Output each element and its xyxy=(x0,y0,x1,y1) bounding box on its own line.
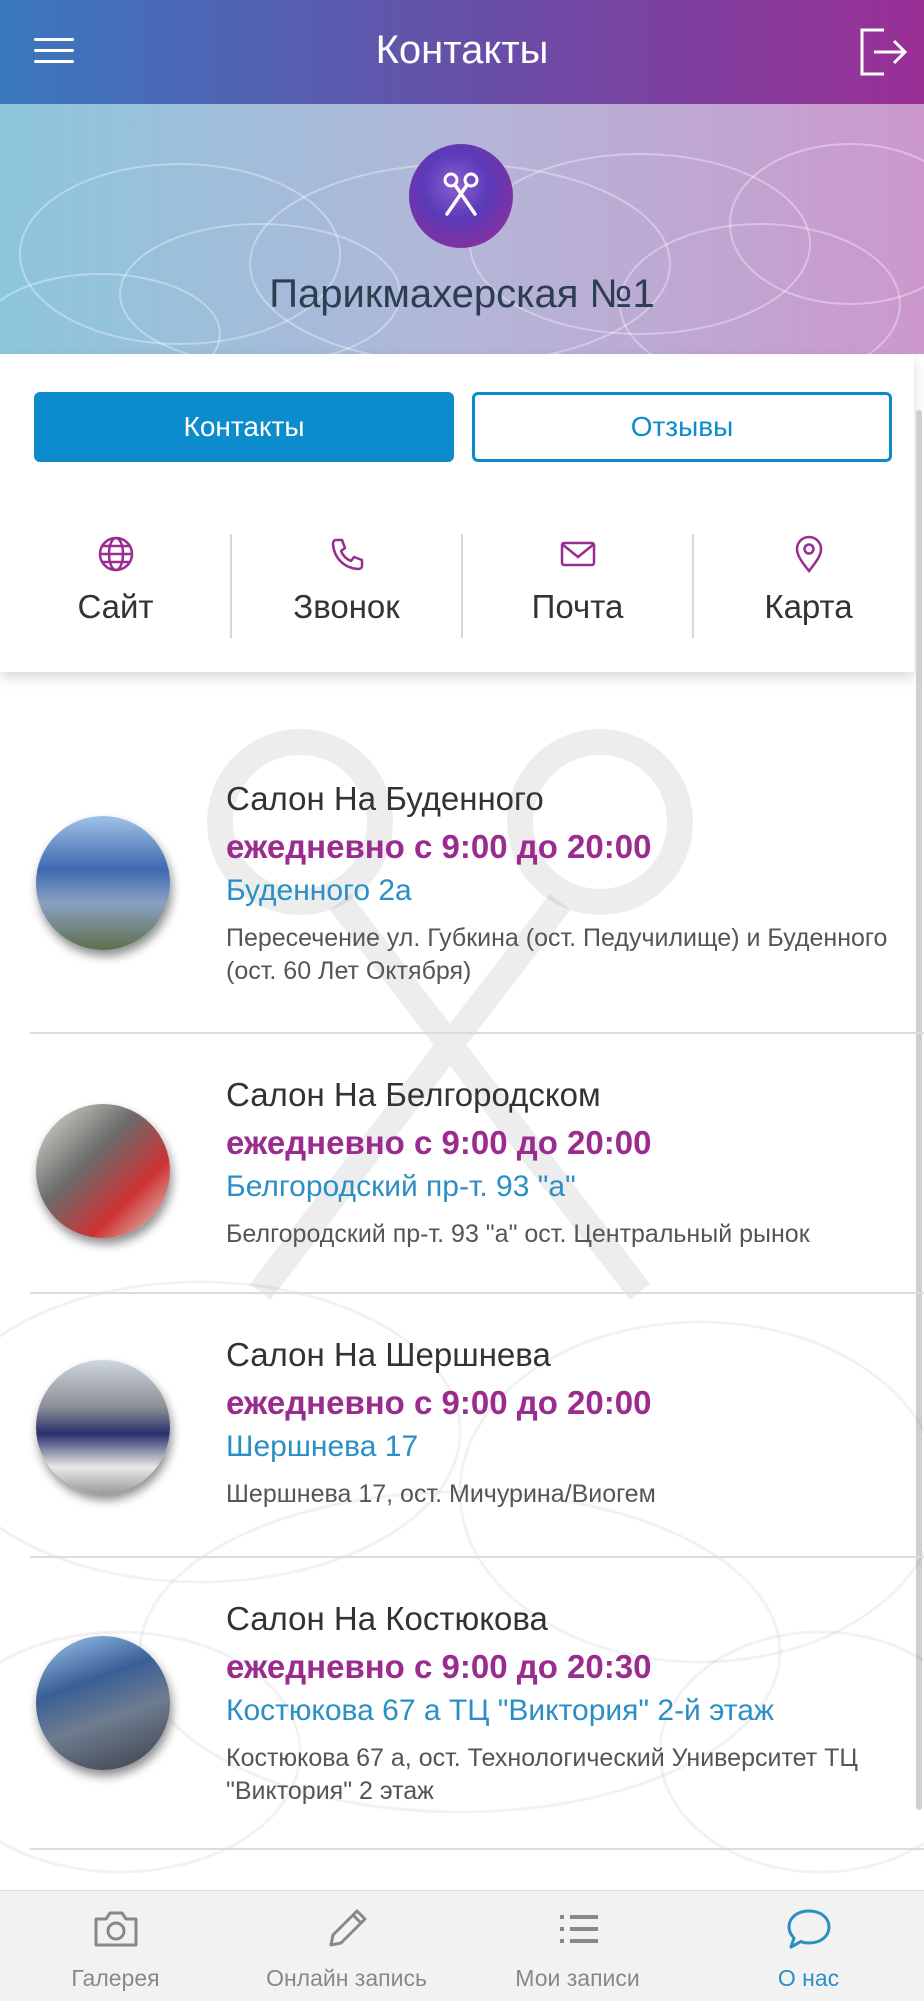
chat-bubble-icon xyxy=(787,1909,830,1949)
call-label: Звонок xyxy=(293,588,400,625)
website-label: Сайт xyxy=(77,588,154,625)
salon-hours: ежедневно с 9:00 до 20:00 xyxy=(226,1124,652,1161)
call-action[interactable]: Звонок xyxy=(231,534,462,644)
salon-address[interactable]: Шершнева 17 xyxy=(226,1430,900,1464)
nav-about-label: О нас xyxy=(777,1965,840,1991)
nav-gallery[interactable]: Галерея xyxy=(0,1891,231,2001)
salon-hours: ежедневно с 9:00 до 20:30 xyxy=(226,1648,652,1685)
salon-photo xyxy=(36,1636,170,1770)
salon-description: Пересечение ул. Губкина (ост. Педучилище… xyxy=(226,924,888,985)
nav-online-booking[interactable]: Онлайн запись xyxy=(231,1891,462,2001)
mail-action[interactable]: Почта xyxy=(462,534,693,644)
contact-options-card: Контакты Отзывы Сайт Звонок Почта Карта xyxy=(0,354,914,672)
list-item[interactable]: Салон На Шершнева ежедневно с 9:00 до 20… xyxy=(0,1336,924,1508)
salon-title: Салон На Буденного xyxy=(226,780,544,817)
mail-icon xyxy=(560,541,595,567)
tab-reviews[interactable]: Отзывы xyxy=(472,392,892,462)
salon-description: Белгородский пр-т. 93 "а" ост. Центральн… xyxy=(226,1220,810,1248)
page-title: Контакты xyxy=(375,28,549,72)
salon-address[interactable]: Костюкова 67 а ТЦ "Виктория" 2-й этаж xyxy=(226,1694,900,1728)
salon-address[interactable]: Белгородский пр-т. 93 "а" xyxy=(226,1170,900,1204)
nav-gallery-label: Галерея xyxy=(71,1965,160,1991)
salon-description: Шершнева 17, ост. Мичурина/Виогем xyxy=(226,1480,656,1508)
salon-photo xyxy=(36,1104,170,1238)
list-divider xyxy=(30,1292,924,1294)
list-item[interactable]: Салон На Белгородском ежедневно с 9:00 д… xyxy=(0,1076,924,1248)
nav-online-booking-label: Онлайн запись xyxy=(266,1965,427,1991)
salon-photo xyxy=(36,816,170,950)
scissors-icon xyxy=(443,172,479,216)
salon-title: Салон На Белгородском xyxy=(226,1076,601,1113)
pencil-icon xyxy=(329,1909,366,1947)
salon-hours: ежедневно с 9:00 до 20:00 xyxy=(226,1384,652,1421)
globe-icon xyxy=(98,536,133,572)
salon-description: Костюкова 67 а, ост. Технологический Уни… xyxy=(226,1744,858,1805)
salon-title: Салон На Шершнева xyxy=(226,1336,551,1373)
list-item[interactable]: Салон На Костюкова ежедневно с 9:00 до 2… xyxy=(0,1600,924,1805)
map-pin-icon xyxy=(795,535,822,574)
list-item[interactable]: Салон На Буденного ежедневно с 9:00 до 2… xyxy=(0,780,924,985)
list-divider xyxy=(30,1556,924,1558)
camera-icon xyxy=(94,1911,137,1947)
list-icon xyxy=(559,1915,598,1943)
website-action[interactable]: Сайт xyxy=(0,534,231,644)
nav-my-bookings[interactable]: Мои записи xyxy=(462,1891,693,2001)
nav-my-bookings-label: Мои записи xyxy=(515,1965,640,1991)
salon-logo xyxy=(409,144,513,248)
app-header: Контакты xyxy=(0,0,924,104)
list-divider xyxy=(30,1848,924,1850)
logout-icon[interactable] xyxy=(854,24,910,80)
salon-name: Парикмахерская №1 xyxy=(269,272,655,316)
salon-address[interactable]: Буденного 2а xyxy=(226,874,900,908)
bottom-navigation: Галерея Онлайн запись Мои записи О нас xyxy=(0,1890,924,2001)
salon-photo xyxy=(36,1360,170,1494)
map-action[interactable]: Карта xyxy=(693,534,924,644)
nav-about[interactable]: О нас xyxy=(693,1891,924,2001)
salon-title: Салон На Костюкова xyxy=(226,1600,548,1637)
list-divider xyxy=(30,1032,924,1034)
salon-hours: ежедневно с 9:00 до 20:00 xyxy=(226,828,652,865)
contact-actions: Сайт Звонок Почта Карта xyxy=(0,534,924,644)
mail-label: Почта xyxy=(531,588,624,625)
phone-icon xyxy=(331,538,363,571)
tab-contacts[interactable]: Контакты xyxy=(34,392,454,462)
map-label: Карта xyxy=(764,588,853,625)
salon-hero: Парикмахерская №1 xyxy=(0,104,924,354)
